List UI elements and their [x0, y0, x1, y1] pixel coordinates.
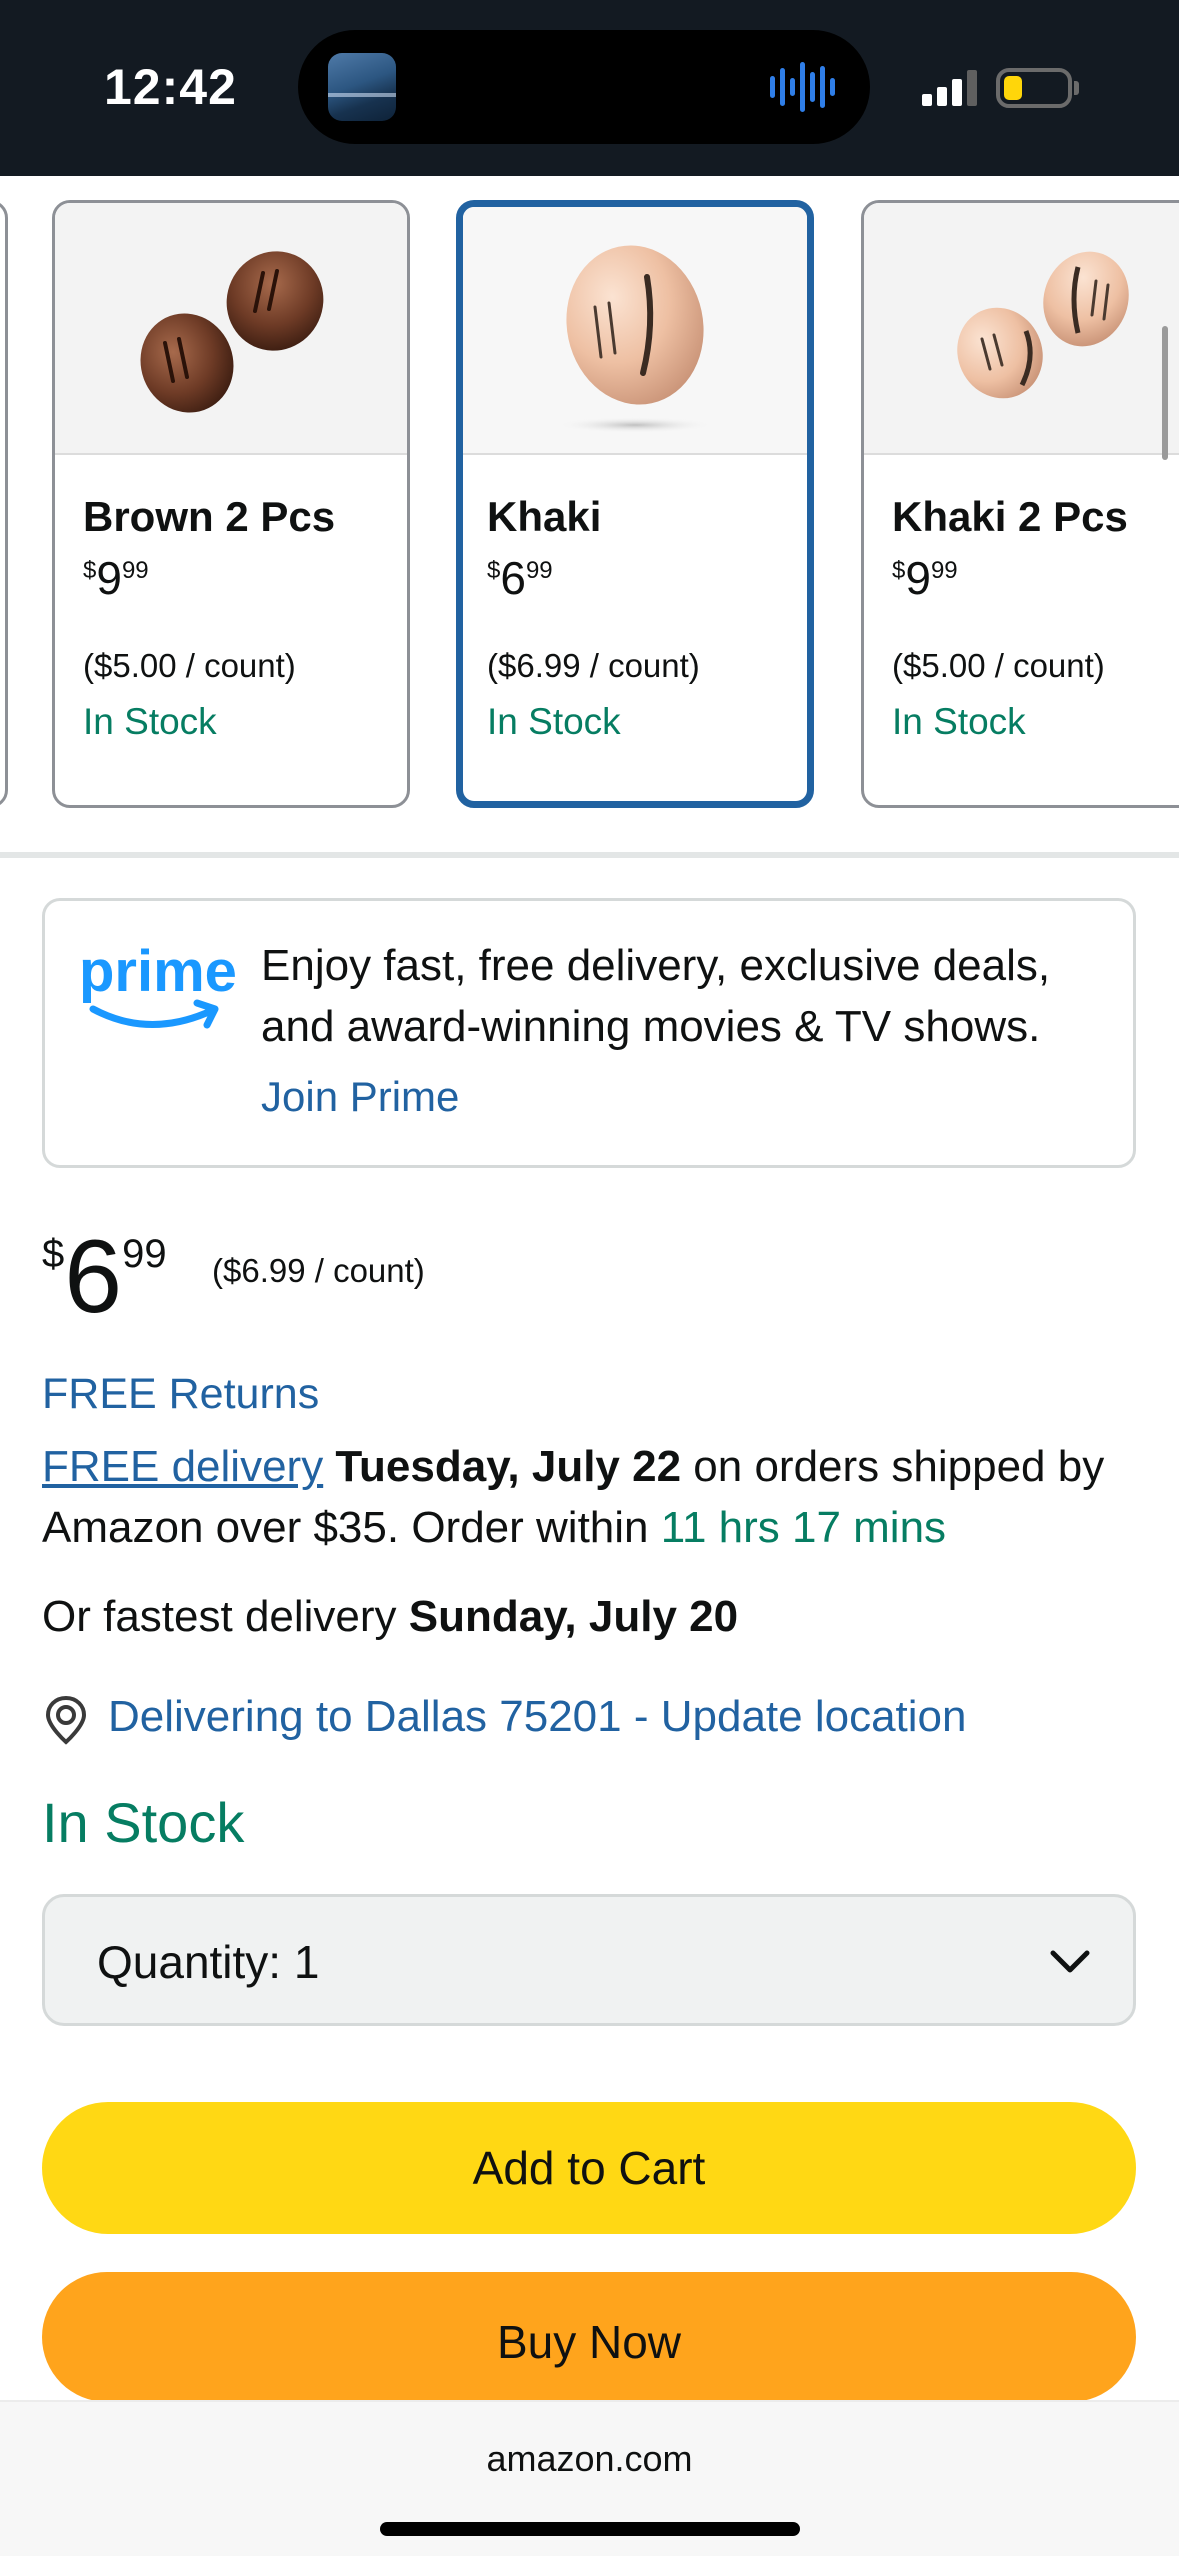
- khaki-earbud-image: [557, 245, 713, 433]
- variant-image: [55, 203, 407, 455]
- battery-icon: [996, 68, 1079, 108]
- browser-url[interactable]: amazon.com: [0, 2438, 1179, 2480]
- variant-price: $999: [892, 555, 958, 601]
- variant-card-brown-2pcs[interactable]: Brown 2 Pcs $999 ($5.00 / count) In Stoc…: [52, 200, 410, 808]
- chevron-down-icon: [1050, 1950, 1090, 1973]
- variant-unit-price: ($5.00 / count): [892, 647, 1105, 684]
- variant-image: [864, 203, 1179, 455]
- fastest-delivery-date: Sunday, July 20: [408, 1592, 739, 1641]
- price-whole: 9: [905, 552, 931, 604]
- buy-now-button[interactable]: Buy Now: [42, 2272, 1136, 2402]
- prime-upsell[interactable]: prime Enjoy fast, free delivery, exclusi…: [42, 898, 1136, 1168]
- price-whole: 6: [500, 552, 526, 604]
- free-delivery-link[interactable]: FREE delivery: [42, 1442, 323, 1491]
- quantity-value: 1: [293, 1936, 320, 1988]
- quantity-label: Quantity: 1: [97, 1936, 320, 1988]
- free-returns-link[interactable]: FREE Returns: [42, 1370, 319, 1419]
- prime-logo-text: prime: [79, 939, 237, 1004]
- now-playing-artwork[interactable]: [328, 53, 396, 121]
- prime-description: Enjoy fast, free delivery, exclusive dea…: [261, 941, 1051, 1051]
- variant-unit-price: ($5.00 / count): [83, 647, 296, 684]
- price-whole: 9: [96, 552, 122, 604]
- dynamic-island[interactable]: [298, 30, 870, 144]
- section-divider: [0, 852, 1179, 858]
- status-bar: 12:42: [0, 0, 1179, 176]
- quantity-select[interactable]: Quantity: 1: [42, 1894, 1136, 2026]
- prime-logo-icon: prime: [79, 939, 237, 1029]
- variant-title: Khaki: [487, 493, 602, 540]
- variant-unit-price: ($6.99 / count): [487, 647, 700, 684]
- location-pin-icon: [45, 1695, 87, 1745]
- unit-price: ($6.99 / count): [212, 1252, 425, 1289]
- home-indicator[interactable]: [380, 2522, 800, 2536]
- variant-selector[interactable]: Brown 2 Pcs $999 ($5.00 / count) In Stoc…: [0, 176, 1179, 852]
- variant-stock: In Stock: [892, 701, 1026, 742]
- fastest-delivery-prefix: Or fastest delivery: [42, 1592, 409, 1641]
- variant-image: [463, 207, 807, 455]
- price-fraction: 99: [121, 557, 149, 584]
- availability-status: In Stock: [42, 1791, 245, 1854]
- browser-bottom-bar: amazon.com: [0, 2400, 1179, 2556]
- brown-earbuds-image: [140, 251, 324, 413]
- variant-card-partial[interactable]: [0, 200, 8, 808]
- price-whole: 6: [64, 1219, 123, 1335]
- variant-card-khaki[interactable]: Khaki $699 ($6.99 / count) In Stock: [456, 200, 814, 808]
- price-fraction: 99: [122, 1232, 167, 1276]
- update-location-link[interactable]: Delivering to Dallas 75201 - Update loca…: [108, 1692, 967, 1742]
- delivery-date: Tuesday, July 22: [335, 1442, 682, 1491]
- variant-title: Khaki 2 Pcs: [892, 493, 1128, 540]
- variant-price: $999: [83, 555, 149, 601]
- join-prime-link[interactable]: Join Prime: [261, 1073, 459, 1121]
- variant-price: $699: [487, 555, 553, 601]
- cellular-signal-icon: [922, 70, 977, 106]
- currency-symbol: $: [42, 1232, 65, 1276]
- status-time: 12:42: [104, 59, 237, 115]
- delivery-info: FREE delivery Tuesday, July 22 on orders…: [42, 1436, 1152, 1558]
- price-fraction: 99: [525, 557, 553, 584]
- variant-card-khaki-2pcs[interactable]: Khaki 2 Pcs $999 ($5.00 / count) In Stoc…: [861, 200, 1179, 808]
- audio-waveform-icon: [770, 62, 835, 112]
- price-fraction: 99: [930, 557, 958, 584]
- variant-stock: In Stock: [83, 701, 217, 742]
- fastest-delivery: Or fastest delivery Sunday, July 20: [42, 1592, 738, 1642]
- scroll-indicator[interactable]: [1162, 326, 1168, 460]
- order-countdown: 11 hrs 17 mins: [660, 1503, 947, 1552]
- variant-title: Brown 2 Pcs: [83, 493, 336, 540]
- khaki-earbuds-pair-image: [957, 251, 1129, 399]
- currency-symbol: $: [83, 557, 97, 584]
- currency-symbol: $: [892, 557, 906, 584]
- variant-stock: In Stock: [487, 701, 621, 742]
- currency-symbol: $: [487, 557, 501, 584]
- add-to-cart-button[interactable]: Add to Cart: [42, 2102, 1136, 2234]
- product-price: $699: [42, 1222, 167, 1332]
